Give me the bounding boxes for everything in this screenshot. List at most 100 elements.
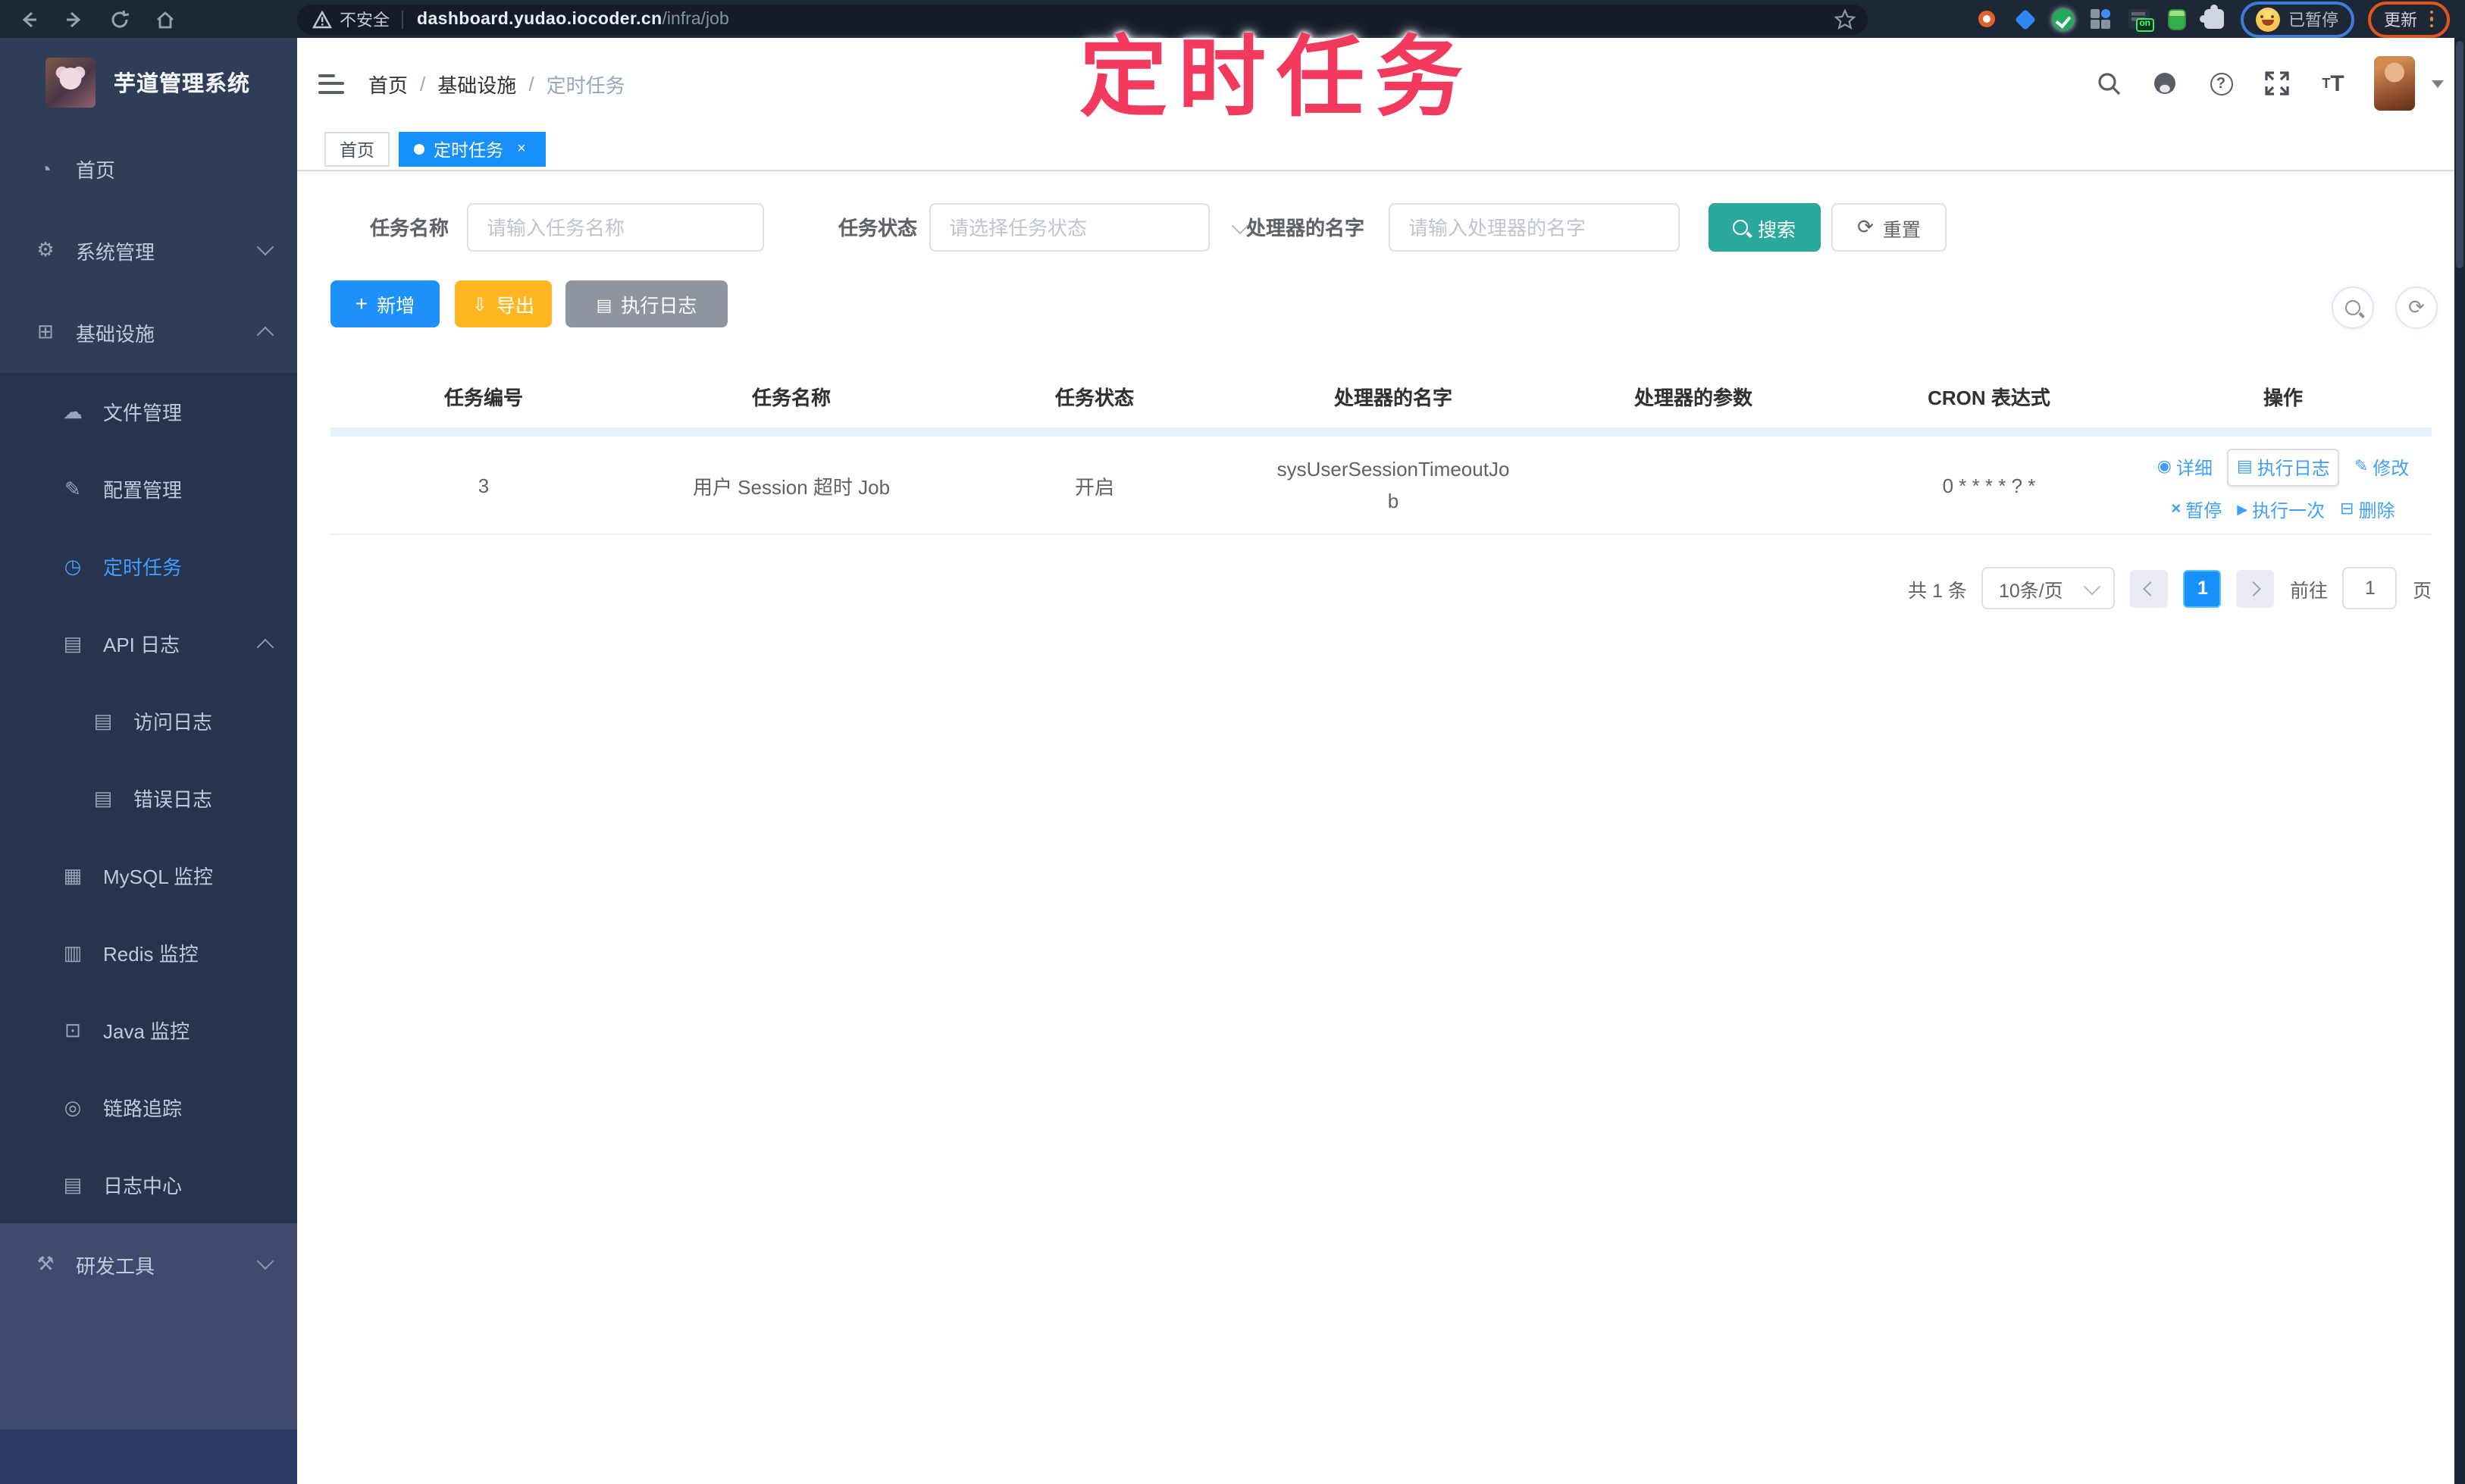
reload-button[interactable] bbox=[103, 2, 136, 36]
active-tab-dot bbox=[414, 144, 424, 155]
breadcrumb: 首页 / 基础设施 / 定时任务 bbox=[368, 69, 625, 98]
col-header-handler-name: 处理器的名字 bbox=[1333, 386, 1452, 409]
prev-page-button[interactable] bbox=[2130, 569, 2169, 607]
play-icon bbox=[2237, 501, 2247, 518]
sidebar-item-infrastructure[interactable]: 基础设施 bbox=[0, 291, 297, 373]
timer-icon bbox=[59, 554, 86, 578]
page-size-select[interactable]: 10条/页 bbox=[1981, 567, 2116, 609]
tab-scheduled-tasks[interactable]: 定时任务 bbox=[399, 132, 546, 167]
sidebar-item-java-monitor[interactable]: Java 监控 bbox=[0, 991, 297, 1069]
breadcrumb-infrastructure[interactable]: 基础设施 bbox=[437, 69, 516, 98]
search-icon[interactable] bbox=[2094, 68, 2124, 99]
sidebar-item-log-center[interactable]: 日志中心 bbox=[0, 1146, 297, 1223]
extension-orange-icon[interactable] bbox=[1975, 7, 1999, 31]
extension-green-check-icon[interactable] bbox=[2050, 7, 2075, 31]
task-status-select[interactable] bbox=[929, 203, 1249, 252]
pencil-icon bbox=[2354, 459, 2368, 475]
current-page-button[interactable]: 1 bbox=[2183, 569, 2222, 607]
breadcrumb-home[interactable]: 首页 bbox=[368, 69, 408, 98]
search-icon bbox=[2345, 300, 2360, 315]
main-area: 首页 / 基础设施 / 定时任务 ? TT 首页 定时任务 × 任务名称 请输入… bbox=[297, 38, 2465, 1484]
back-button[interactable] bbox=[12, 2, 45, 36]
next-page-button[interactable] bbox=[2236, 569, 2275, 607]
profile-emoji-avatar[interactable] bbox=[2255, 7, 2279, 31]
reset-button[interactable]: 重置 bbox=[1831, 203, 1947, 252]
sidebar-item-tracing[interactable]: 链路追踪 bbox=[0, 1069, 297, 1146]
extension-blue-gem-icon[interactable] bbox=[2012, 7, 2037, 31]
browser-menu-icon[interactable] bbox=[2429, 10, 2433, 28]
col-header-task-id: 任务编号 bbox=[443, 386, 523, 409]
refresh-table-button[interactable] bbox=[2395, 286, 2438, 329]
task-status-select-input[interactable] bbox=[931, 216, 1234, 239]
search-button[interactable]: 搜索 bbox=[1709, 203, 1821, 252]
cell-actions: 详细 执行日志 修改 暂停 执行一次 删除 bbox=[2135, 448, 2432, 522]
sidebar-item-label: 定时任务 bbox=[103, 556, 183, 579]
job-log-button[interactable]: 执行日志 bbox=[565, 280, 728, 327]
security-warning-icon[interactable] bbox=[312, 10, 332, 28]
goto-label: 前往 bbox=[2289, 580, 2328, 601]
user-menu-caret-icon[interactable] bbox=[2432, 80, 2444, 87]
toggle-search-button[interactable] bbox=[2332, 286, 2374, 329]
task-status-label: 任务状态 bbox=[838, 217, 918, 240]
sidebar-item-label: 访问日志 bbox=[133, 711, 213, 734]
action-pause[interactable]: 暂停 bbox=[2171, 496, 2222, 522]
forward-button[interactable] bbox=[58, 2, 91, 36]
col-header-cron: CRON 表达式 bbox=[1928, 386, 2050, 409]
sidebar-item-dev-tools[interactable]: 研发工具 bbox=[0, 1223, 297, 1305]
handler-name-label: 处理器的名字 bbox=[1246, 217, 1365, 240]
col-header-task-name: 任务名称 bbox=[751, 386, 831, 409]
table-row[interactable]: 3 用户 Session 超时 Job 开启 sysUserSessionTim… bbox=[330, 437, 2432, 535]
action-detail[interactable]: 详细 bbox=[2157, 454, 2213, 480]
sidebar-item-system[interactable]: 系统管理 bbox=[0, 209, 297, 291]
sidebar-item-config-management[interactable]: 配置管理 bbox=[0, 450, 297, 528]
tab-home[interactable]: 首页 bbox=[324, 132, 390, 167]
edit-icon bbox=[59, 477, 86, 501]
font-size-icon[interactable]: TT bbox=[2318, 68, 2348, 99]
sidebar-item-home[interactable]: 首页 bbox=[0, 127, 297, 209]
goto-page-input[interactable] bbox=[2342, 567, 2398, 609]
sidebar-item-file-management[interactable]: 文件管理 bbox=[0, 373, 297, 450]
paused-label: 已暂停 bbox=[2288, 11, 2338, 30]
github-icon[interactable] bbox=[2150, 68, 2180, 99]
browser-scrollbar[interactable] bbox=[2454, 38, 2465, 1484]
close-tab-icon[interactable] bbox=[512, 140, 531, 158]
tab-label: 首页 bbox=[340, 142, 374, 160]
hamburger-icon[interactable] bbox=[318, 74, 344, 93]
fullscreen-icon[interactable] bbox=[2262, 68, 2292, 99]
cell-handler-name: sysUserSessionTimeoutJob bbox=[1276, 458, 1510, 512]
extensions-puzzle-icon[interactable] bbox=[2200, 5, 2226, 31]
toolbox-icon bbox=[32, 1252, 59, 1276]
add-button[interactable]: 新增 bbox=[330, 280, 440, 327]
extension-on-badge-icon[interactable]: on bbox=[2126, 7, 2153, 32]
user-avatar[interactable] bbox=[2374, 56, 2415, 111]
help-icon[interactable]: ? bbox=[2206, 68, 2236, 99]
update-button[interactable]: 更新 bbox=[2384, 7, 2417, 31]
handler-name-input[interactable] bbox=[1389, 203, 1680, 252]
extension-grid-icon[interactable] bbox=[2088, 7, 2113, 31]
sidebar: 芋道管理系统 首页 系统管理 基础设施 文件管理 配置管理 bbox=[0, 38, 297, 1484]
extension-potion-icon[interactable] bbox=[2164, 7, 2188, 31]
sidebar-item-mysql-monitor[interactable]: MySQL 监控 bbox=[0, 837, 297, 914]
home-button[interactable] bbox=[149, 2, 182, 36]
action-job-log[interactable]: 执行日志 bbox=[2227, 448, 2339, 486]
sidebar-item-label: 基础设施 bbox=[76, 322, 155, 345]
bookmark-star-icon[interactable] bbox=[1834, 8, 1856, 30]
app-logo-row[interactable]: 芋道管理系统 bbox=[0, 38, 297, 127]
sidebar-item-access-logs[interactable]: 访问日志 bbox=[0, 682, 297, 759]
action-delete[interactable]: 删除 bbox=[2340, 496, 2395, 522]
sidebar-item-scheduled-tasks[interactable]: 定时任务 bbox=[0, 528, 297, 605]
scrollbar-thumb[interactable] bbox=[2456, 41, 2463, 268]
task-name-label: 任务名称 bbox=[370, 217, 449, 240]
task-name-input[interactable] bbox=[467, 203, 764, 252]
action-run-once[interactable]: 执行一次 bbox=[2237, 496, 2325, 522]
sidebar-item-api-logs[interactable]: API 日志 bbox=[0, 605, 297, 682]
action-edit[interactable]: 修改 bbox=[2354, 454, 2409, 480]
export-button[interactable]: 导出 bbox=[455, 280, 552, 327]
sidebar-item-label: 链路追踪 bbox=[103, 1097, 183, 1120]
col-header-task-status: 任务状态 bbox=[1054, 386, 1134, 409]
search-icon bbox=[1733, 220, 1749, 235]
sidebar-item-redis-monitor[interactable]: Redis 监控 bbox=[0, 914, 297, 991]
sidebar-item-label: 配置管理 bbox=[103, 479, 183, 502]
sidebar-item-error-logs[interactable]: 错误日志 bbox=[0, 759, 297, 837]
eye-icon bbox=[59, 1095, 86, 1119]
